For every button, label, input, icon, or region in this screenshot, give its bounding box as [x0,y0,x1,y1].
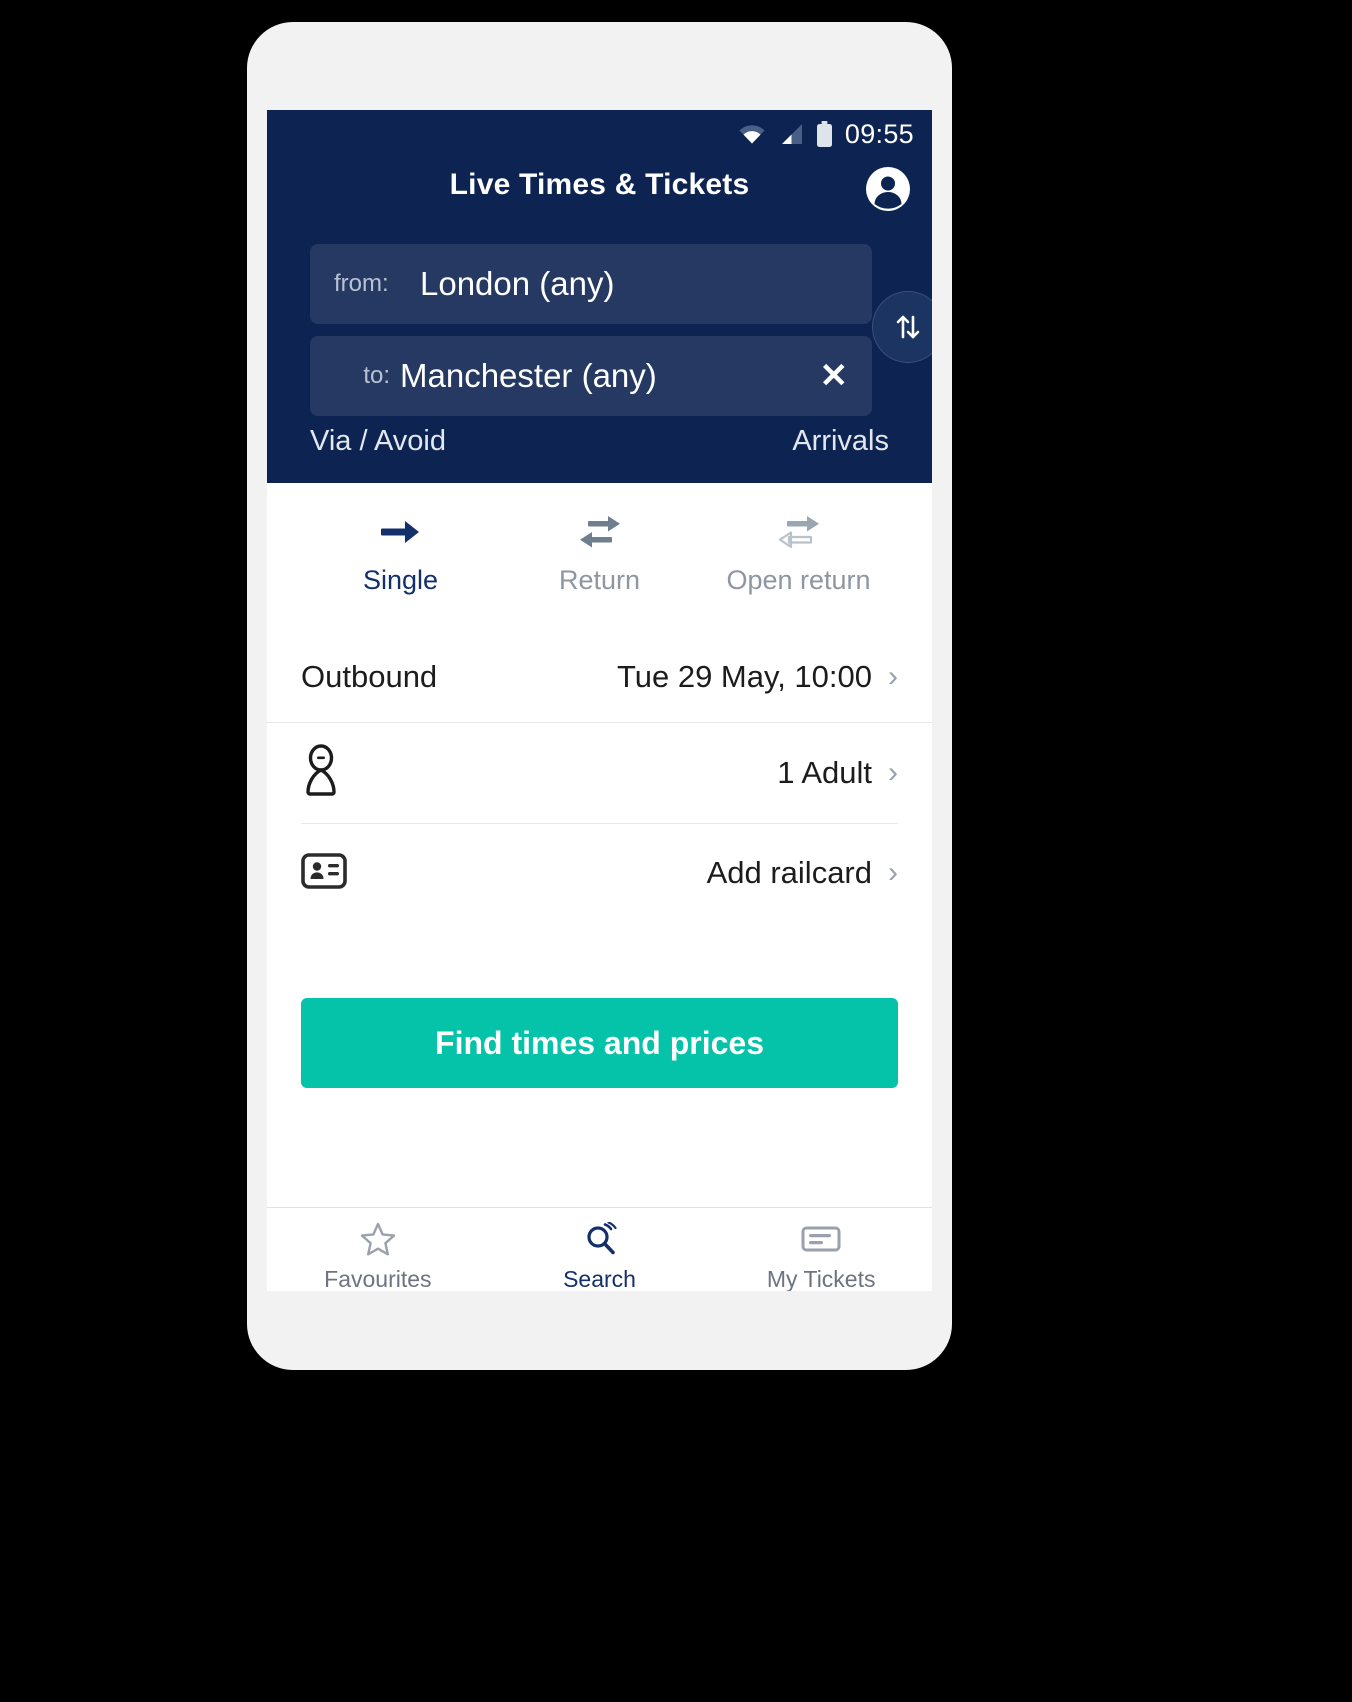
header-links: Via / Avoid Arrivals [310,425,889,458]
railcard-row[interactable]: Add railcard › [267,824,932,922]
two-way-arrows-outline-icon [775,513,823,551]
railcard-value: Add railcard [706,855,872,890]
from-label: from: [334,270,389,297]
chevron-right-icon: › [888,659,898,693]
outbound-row[interactable]: Outbound Tue 29 May, 10:00 › [267,631,932,723]
account-avatar-icon[interactable] [864,165,912,213]
signal-icon [781,124,802,144]
chevron-right-icon: › [888,756,898,789]
star-icon [360,1222,396,1256]
status-time: 09:55 [844,118,914,149]
from-field[interactable]: from: London (any) [310,244,872,324]
nav-item-my-tickets[interactable]: My Tickets [710,1222,932,1291]
to-value: Manchester (any) [400,357,657,394]
app-header: 09:55 Live Times & Tickets from: London … [267,110,932,483]
passengers-value: 1 Adult [777,755,872,790]
nav-item-favourites[interactable]: Favourites [267,1222,489,1291]
outbound-label: Outbound [301,658,438,694]
railcard-right: Add railcard › [707,855,898,891]
screenshot-root: 09:55 Live Times & Tickets from: London … [0,0,1352,1702]
passengers-row[interactable]: 1 Adult › [267,723,932,823]
nav-item-search[interactable]: Search [489,1222,711,1291]
person-icon [301,743,341,803]
status-bar: 09:55 [738,116,914,152]
cta-container: Find times and prices [267,998,932,1088]
railcard-id-icon [301,852,347,895]
ticket-icon [801,1222,841,1256]
tab-single-label: Single [362,565,439,595]
tab-return-label: Return [558,565,641,595]
nav-my-tickets-label: My Tickets [766,1266,876,1291]
nav-search-label: Search [563,1266,636,1291]
from-value: London (any) [420,265,615,302]
tab-open-return[interactable]: Open return [699,513,898,631]
two-way-arrows-icon [576,513,624,551]
arrow-right-icon [379,513,423,551]
bottom-navigation: Favourites Search My Tickets [267,1207,932,1291]
passengers-right: 1 Adult › [777,755,898,791]
swap-vertical-icon [896,315,920,339]
tab-return[interactable]: Return [500,513,699,631]
phone-screen: 09:55 Live Times & Tickets from: London … [267,110,932,1291]
tab-open-return-label: Open return [726,565,871,595]
to-field[interactable]: to: Manchester (any) ✕ [310,336,872,416]
page-title: Live Times & Tickets [449,168,750,201]
outbound-right: Tue 29 May, 10:00 › [617,659,898,695]
via-avoid-link[interactable]: Via / Avoid [310,425,446,458]
outbound-value: Tue 29 May, 10:00 [616,658,872,694]
arrivals-link[interactable]: Arrivals [792,425,889,458]
search-icon [582,1222,618,1256]
journey-type-tabs: Single Return Open return [267,483,932,631]
to-label: to: [363,362,390,389]
swap-stations-button[interactable] [872,291,932,363]
find-times-and-prices-button[interactable]: Find times and prices [301,998,898,1088]
battery-icon [816,120,832,147]
wifi-icon [739,125,765,144]
tab-single[interactable]: Single [301,513,500,631]
search-form: Single Return Open return Outbound Tue 2… [267,483,932,1291]
chevron-right-icon: › [888,856,898,889]
nav-favourites-label: Favourites [324,1266,432,1291]
close-icon[interactable]: ✕ [812,359,849,393]
